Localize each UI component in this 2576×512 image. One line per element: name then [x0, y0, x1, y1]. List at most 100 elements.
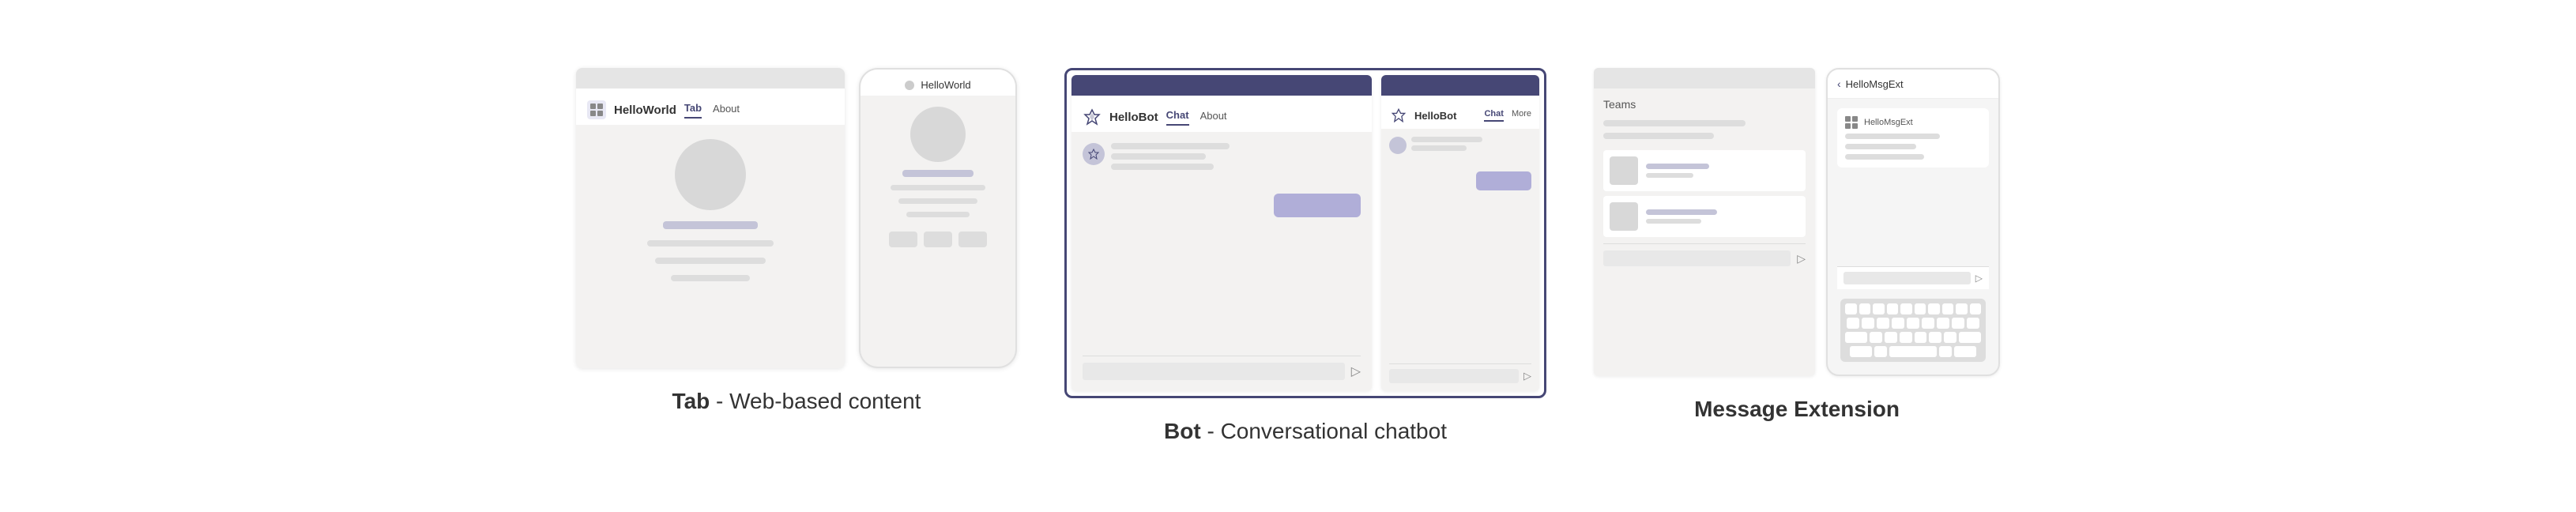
msgext-item-line-2a	[1646, 209, 1717, 215]
bot-mobile-user-bubble	[1476, 171, 1531, 190]
msgext-mobile-title: HelloMsgExt	[1846, 78, 1904, 90]
keyboard-row-1	[1845, 303, 1981, 314]
mobile-status-dot	[905, 81, 914, 90]
tab-mobile-bar-2	[891, 185, 985, 190]
bot-mobile-titlebar	[1381, 75, 1539, 96]
tab-bar-4	[671, 275, 750, 281]
msgext-list-bar-1	[1603, 120, 1746, 126]
msgext-thumb-1	[1610, 156, 1638, 185]
msgext-mobile-card-header: HelloMsgExt	[1845, 116, 1981, 129]
msgext-item-line-1b	[1646, 173, 1693, 178]
key-15	[1907, 318, 1919, 329]
bot-mobile-nav-more[interactable]: More	[1512, 109, 1531, 122]
tab-nav-tab[interactable]: Tab	[684, 102, 702, 119]
bot-chat-line-2	[1111, 153, 1206, 160]
bot-avatar	[1083, 143, 1105, 165]
bot-desktop-window: HelloBot Chat About	[1071, 75, 1372, 391]
tab-mobile-appname: HelloWorld	[921, 79, 970, 91]
msgext-list-item-1	[1603, 150, 1806, 191]
bot-input-bar: ▷	[1083, 356, 1361, 380]
msgext-mobile-card: HelloMsgExt	[1837, 108, 1989, 168]
bot-mobile-input-bar: ▷	[1389, 363, 1531, 383]
bot-mobile-nav-chat[interactable]: Chat	[1484, 109, 1503, 122]
bot-mobile-logo	[1389, 106, 1408, 125]
msgext-list-item-2	[1603, 196, 1806, 237]
msgext-item-line-1a	[1646, 164, 1709, 169]
msgext-mobile-card-line-1	[1845, 134, 1940, 139]
key-24	[1929, 332, 1941, 343]
tab-desktop-header: HelloWorld Tab About	[576, 88, 845, 125]
send-icon[interactable]: ▷	[1351, 363, 1361, 379]
key-26	[1874, 346, 1887, 357]
chevron-left-icon[interactable]: ‹	[1837, 77, 1841, 90]
tab-label: Tab - Web-based content	[672, 389, 921, 414]
bot-windows: HelloBot Chat About	[1071, 75, 1539, 391]
key-16	[1922, 318, 1934, 329]
tab-mobile-action-3	[958, 232, 987, 247]
key-27	[1939, 346, 1952, 357]
bot-nav: Chat About	[1166, 109, 1227, 126]
msgext-item-lines-2	[1646, 209, 1717, 224]
bot-desktop-titlebar	[1071, 75, 1372, 96]
msgext-mobile-body: HelloMsgExt ▷	[1828, 99, 1998, 375]
key-11	[1847, 318, 1859, 329]
chat-bubble-bot-1	[1083, 143, 1361, 170]
key-space	[1889, 346, 1937, 357]
grid-icon	[590, 104, 603, 116]
msgext-titlebar	[1594, 68, 1815, 88]
tab-nav-about[interactable]: About	[713, 103, 740, 118]
tab-app-logo	[587, 100, 606, 119]
tab-mobile-window: HelloWorld	[859, 68, 1017, 368]
keyboard-row-3	[1845, 332, 1981, 343]
bot-highlight-border: HelloBot Chat About	[1064, 68, 1546, 398]
bot-label: Bot - Conversational chatbot	[1164, 419, 1447, 444]
tab-mobile-action-1	[889, 232, 917, 247]
msgext-input-bar: ▷	[1603, 243, 1806, 266]
bot-desktop-body: ▷	[1071, 132, 1372, 391]
tab-mobile-bar-3	[898, 198, 977, 204]
key-5	[1900, 303, 1912, 314]
key-shift	[1845, 332, 1867, 343]
tab-mobile-bar-1	[902, 170, 974, 177]
msgext-send-icon[interactable]: ▷	[1797, 252, 1806, 265]
msgext-list-items	[1603, 150, 1806, 237]
bot-nav-chat[interactable]: Chat	[1166, 109, 1189, 126]
msgext-input[interactable]	[1603, 250, 1791, 266]
tab-mobile-bar-4	[906, 212, 970, 217]
msgext-mobile-send-icon[interactable]: ▷	[1975, 273, 1983, 284]
tab-mobile-actions	[889, 232, 987, 247]
bot-chat-line-3	[1111, 164, 1214, 170]
bot-mobile-window: HelloBot Chat More	[1381, 75, 1539, 391]
bot-chat-line-1	[1111, 143, 1230, 149]
bot-mobile-line-2	[1411, 145, 1467, 151]
msgext-mobile-input[interactable]	[1843, 272, 1971, 284]
key-18	[1952, 318, 1964, 329]
key-backspace	[1959, 332, 1981, 343]
msgext-label-bold: Message Extension	[1694, 397, 1900, 421]
tab-section: HelloWorld Tab About	[576, 68, 1017, 414]
msgext-section: Teams	[1594, 68, 2000, 422]
tab-desktop-window: HelloWorld Tab About	[576, 68, 845, 368]
msgext-list-bar-2	[1603, 133, 1714, 139]
tab-mobile-header: HelloWorld	[861, 70, 1015, 96]
msgext-mobile-header: ‹ HelloMsgExt	[1828, 70, 1998, 99]
msgext-body: Teams	[1594, 88, 1815, 276]
keyboard-row-2	[1845, 318, 1981, 329]
bot-mobile-input[interactable]	[1389, 369, 1519, 383]
bot-nav-about[interactable]: About	[1200, 110, 1227, 125]
msgext-mobile-card-line-3	[1845, 154, 1924, 160]
bot-mobile-nav: Chat More	[1484, 109, 1531, 122]
bot-mobile-avatar	[1389, 137, 1407, 154]
bot-appname: HelloBot	[1109, 111, 1158, 124]
key-9	[1956, 303, 1968, 314]
key-return	[1954, 346, 1976, 357]
key-num	[1850, 346, 1872, 357]
bot-input-field[interactable]	[1083, 363, 1345, 380]
msgext-item-line-2b	[1646, 219, 1701, 224]
msgext-thumb-2	[1610, 202, 1638, 231]
key-8	[1942, 303, 1954, 314]
tab-label-rest: - Web-based content	[710, 389, 921, 413]
msgext-mobile-grid-icon	[1845, 116, 1858, 129]
bot-mobile-send-icon[interactable]: ▷	[1523, 370, 1531, 382]
tab-desktop-body	[576, 125, 845, 296]
